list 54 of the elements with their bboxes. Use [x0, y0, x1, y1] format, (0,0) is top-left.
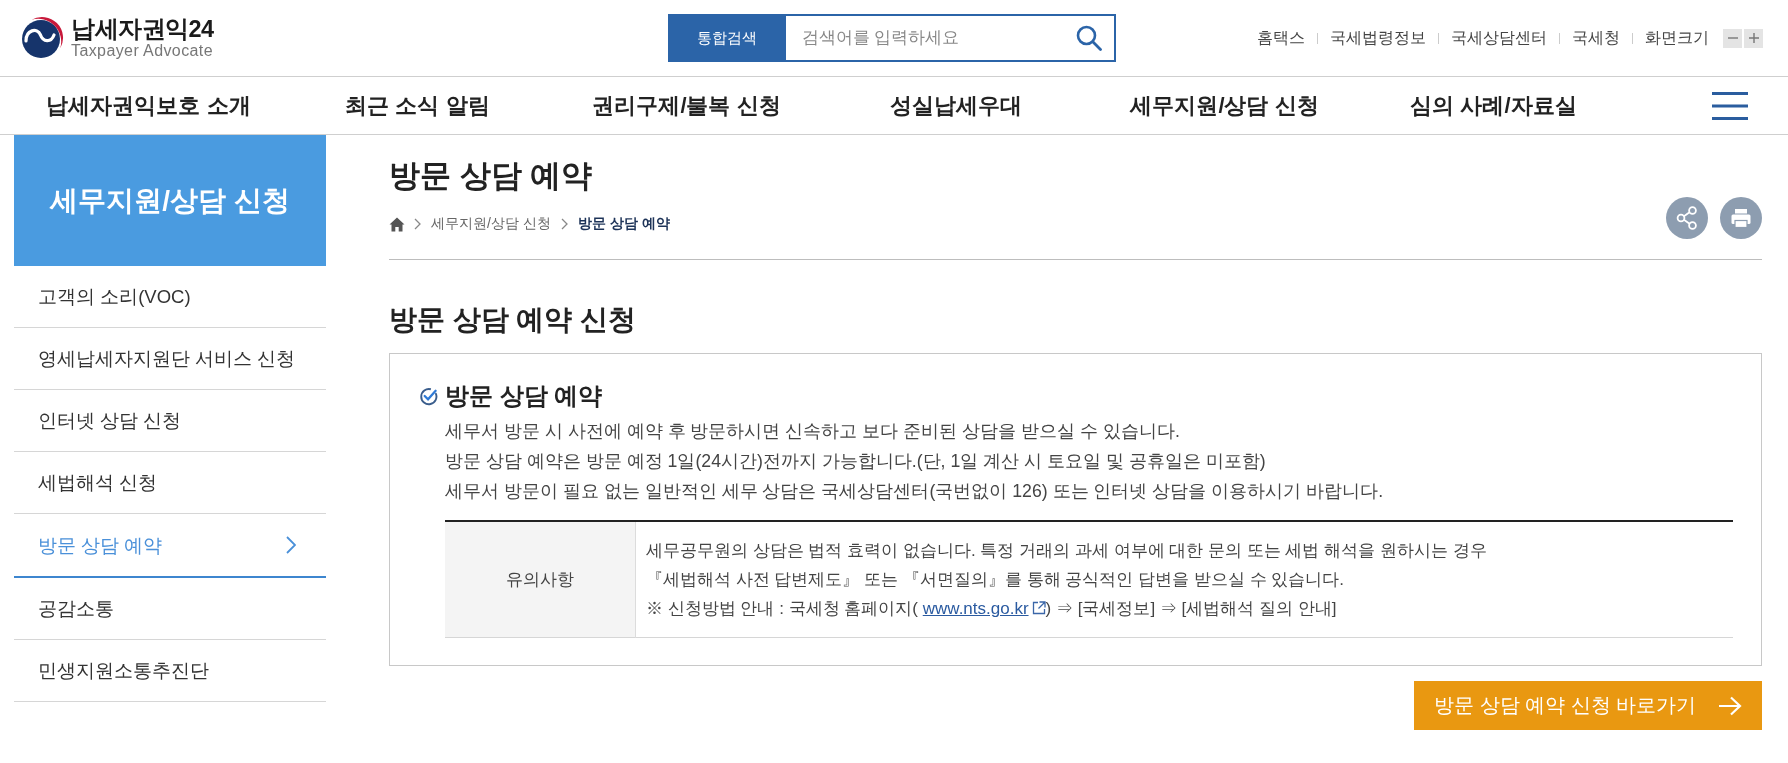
- nav-menu-item[interactable]: 최근 소식 알림: [345, 90, 490, 121]
- sidebar-item[interactable]: 영세납세자지원단 서비스 신청: [14, 328, 326, 390]
- website-link[interactable]: www.nts.go.kr: [922, 599, 1046, 618]
- plus-icon: [1747, 32, 1760, 44]
- panel-title: 방문 상담 예약: [445, 381, 603, 411]
- home-icon[interactable]: [389, 216, 405, 232]
- screen-size-label: 화면크기: [1645, 27, 1709, 48]
- breadcrumb-link[interactable]: 세무지원/상담 신청: [431, 215, 551, 233]
- nav-menu-item[interactable]: 세무지원/상담 신청: [1130, 90, 1319, 121]
- emblem-icon: [20, 16, 64, 60]
- breadcrumb-link[interactable]: 방문 상담 예약: [577, 215, 670, 233]
- logo-subtitle: Taxpayer Advocate: [71, 41, 214, 60]
- printer-icon: [1720, 197, 1762, 239]
- sidebar-item[interactable]: 인터넷 상담 신청: [14, 390, 326, 452]
- notice-text: ※ 신청방법 안내 : 국세청 홈페이지( www.nts.go.kr ) ⇒ [국세정보] ⇒ [세법해석 질의 안내]: [646, 598, 1338, 620]
- chevron-icon: [286, 536, 296, 554]
- share-button[interactable]: [1666, 197, 1708, 239]
- search-scope-button[interactable]: 통합검색: [667, 14, 786, 62]
- search-field[interactable]: 검색어를 입력하세요: [785, 14, 1058, 62]
- chevron-icon: [414, 218, 421, 230]
- sidebar-title: 세무지원/상담 신청: [50, 183, 290, 218]
- description-text: 방문 상담 예약은 방문 예정 1일(24시간)전까지 가능합니다.(단, 1일 계산 시 토요일 및 공휴일은 미포함): [445, 450, 1267, 473]
- print-button[interactable]: [1720, 197, 1762, 239]
- utility-link[interactable]: 국세청: [1572, 27, 1620, 49]
- external-link-icon: [1031, 601, 1046, 615]
- description-text: 세무서 방문 시 사전에 예약 후 방문하시면 신속하고 보다 준비된 상담을 받으실 수 있습니다.: [445, 420, 1181, 443]
- menu-button[interactable]: [1712, 91, 1748, 120]
- check-icon: [419, 386, 438, 406]
- nav-menu-item[interactable]: 성실납세우대: [889, 90, 1022, 121]
- chevron-icon: [560, 218, 568, 230]
- zoom-in-button[interactable]: [1744, 28, 1763, 48]
- search-button[interactable]: [1057, 14, 1116, 62]
- nav-menu-item[interactable]: 심의 사례/자료실: [1410, 90, 1577, 121]
- arrow-icon: [1718, 695, 1742, 716]
- description-text: 세무서 방문이 필요 없는 일반적인 세무 상담은 국세상담센터(국번없이 126) 또는 인터넷 상담을 이용하시기 바랍니다.: [445, 480, 1385, 503]
- sidebar-item[interactable]: 고객의 소리(VOC): [14, 266, 326, 328]
- menu-icon: [1712, 91, 1748, 120]
- logo-title: 납세자권익24: [71, 16, 214, 42]
- utility-link[interactable]: 국세법령정보: [1330, 27, 1426, 49]
- sidebar-item[interactable]: 세법해석 신청: [14, 452, 326, 514]
- search-icon: [1075, 25, 1102, 51]
- sidebar-item[interactable]: 공감소통: [14, 578, 326, 640]
- sidebar-item[interactable]: 민생지원소통추진단: [14, 640, 326, 702]
- notice-text: 세무공무원의 상담은 법적 효력이 없습니다. 특정 거래의 과세 여부에 대한 문의 또는 세법 해석을 원하시는 경우: [646, 540, 1488, 562]
- utility-link[interactable]: 홈택스: [1257, 27, 1305, 49]
- share-icon: [1666, 197, 1708, 239]
- nav-menu-item[interactable]: 납세자권익보호 소개: [46, 90, 251, 121]
- notice-label: 유의사항: [445, 521, 636, 638]
- notice-text: 『세법해석 사전 답변제도』 또는 『서면질의』를 통해 공식적인 답변을 받으실 수 있습니다.: [646, 569, 1345, 591]
- section-title: 방문 상담 예약 신청: [389, 303, 637, 337]
- zoom-out-button[interactable]: [1723, 28, 1742, 48]
- utility-link[interactable]: 국세상담센터: [1451, 27, 1547, 49]
- page-title: 방문 상담 예약: [389, 157, 594, 195]
- nav-menu-item[interactable]: 권리구제/불복 신청: [592, 90, 781, 121]
